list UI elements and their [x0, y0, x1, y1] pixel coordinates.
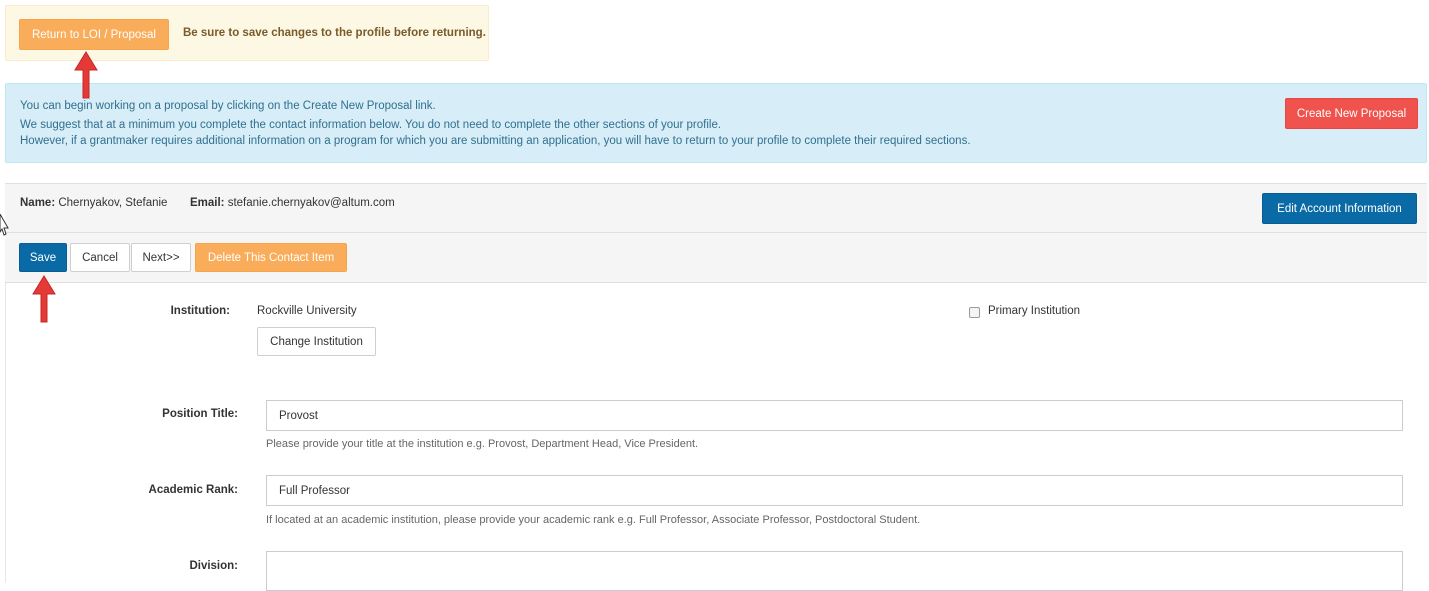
academic-rank-input[interactable]	[266, 475, 1403, 506]
info-line: However, if a grantmaker requires additi…	[20, 135, 971, 147]
position-title-input[interactable]	[266, 400, 1403, 431]
position-title-label: Position Title:	[162, 408, 238, 420]
form-toolbar: Save Cancel Next>> Delete This Contact I…	[5, 233, 1427, 283]
name-label: Name:	[20, 197, 56, 209]
edit-account-information-button[interactable]: Edit Account Information	[1262, 193, 1417, 224]
annotation-arrow-up-icon	[32, 275, 56, 323]
save-button[interactable]: Save	[19, 243, 67, 272]
email-label: Email:	[190, 197, 225, 209]
institution-label: Institution:	[170, 305, 230, 317]
cancel-button[interactable]: Cancel	[70, 243, 130, 272]
primary-institution-label: Primary Institution	[988, 305, 1081, 317]
return-notice-message: Be sure to save changes to the profile b…	[183, 27, 486, 39]
academic-rank-label: Academic Rank:	[148, 484, 238, 496]
form-left-border	[5, 283, 6, 583]
create-new-proposal-button[interactable]: Create New Proposal	[1285, 98, 1418, 129]
info-line: We suggest that at a minimum you complet…	[20, 119, 722, 131]
email-value: stefanie.chernyakov@altum.com	[227, 197, 395, 209]
info-banner: You can begin working on a proposal by c…	[5, 83, 1427, 163]
academic-rank-help: If located at an academic institution, p…	[266, 514, 921, 526]
account-info-bar: Name: Chernyakov, Stefanie Email: stefan…	[5, 183, 1427, 233]
position-title-help: Please provide your title at the institu…	[266, 438, 699, 450]
division-label: Division:	[189, 560, 238, 572]
delete-contact-item-button[interactable]: Delete This Contact Item	[195, 243, 347, 272]
account-email: Email: stefanie.chernyakov@altum.com	[190, 197, 395, 209]
primary-institution-checkbox[interactable]	[969, 307, 980, 318]
return-to-loi-proposal-button[interactable]: Return to LOI / Proposal	[19, 19, 169, 50]
info-line: You can begin working on a proposal by c…	[20, 100, 436, 112]
change-institution-button[interactable]: Change Institution	[257, 327, 376, 356]
annotation-arrow-up-icon	[74, 51, 98, 99]
name-value: Chernyakov, Stefanie	[58, 197, 168, 209]
mouse-cursor-icon	[0, 214, 9, 236]
next-button[interactable]: Next>>	[131, 243, 191, 272]
division-input[interactable]	[266, 551, 1403, 591]
institution-value: Rockville University	[257, 305, 357, 317]
account-name: Name: Chernyakov, Stefanie	[20, 197, 167, 209]
